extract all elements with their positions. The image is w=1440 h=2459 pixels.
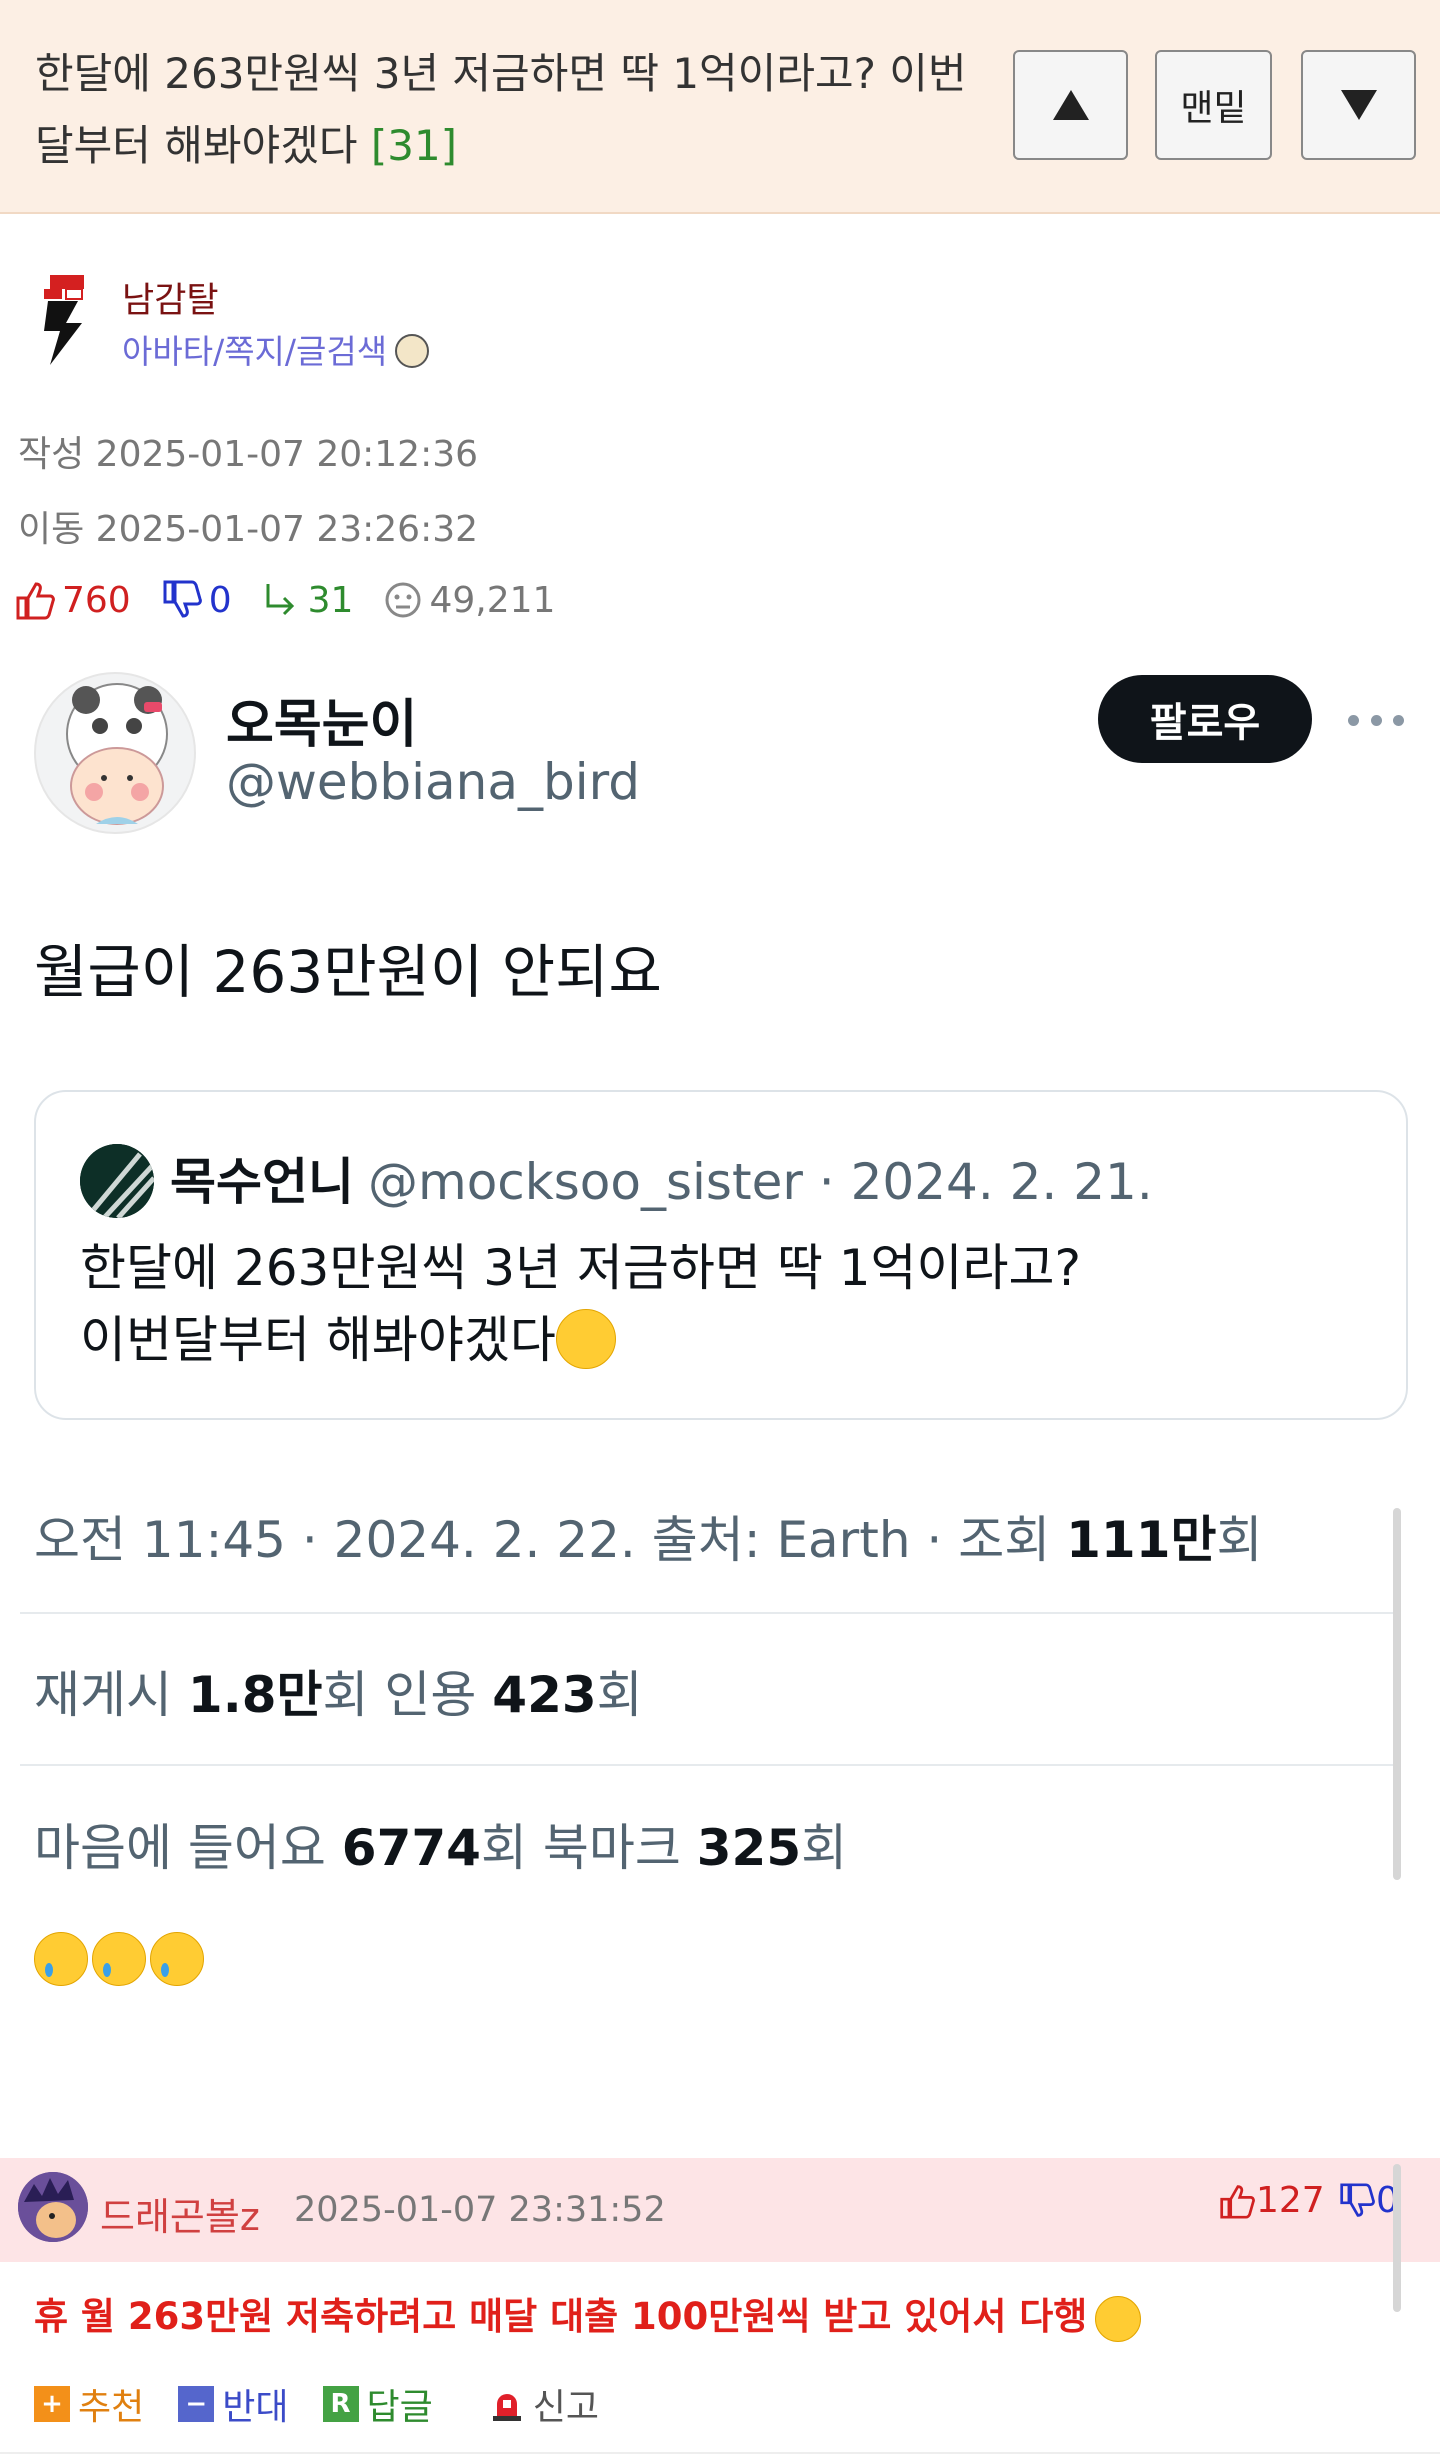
quoted-line-1: 한달에 263만원씩 3년 저금하면 딱 1억이라고?	[80, 1239, 1082, 1297]
siren-icon	[489, 2386, 525, 2422]
reply-arrow-icon	[266, 584, 294, 616]
tweet-meta: 오전 11:45 · 2024. 2. 22. 출처: Earth · 조회 1…	[34, 1500, 1262, 1572]
likes-suffix: 회 북마크	[480, 1819, 697, 1877]
comment-scrollbar[interactable]	[1393, 2164, 1401, 2312]
plus-icon: +	[34, 2386, 70, 2422]
quotes-suffix: 회	[596, 1666, 643, 1724]
recommend-label: 추천	[78, 2387, 145, 2428]
commenter-avatar[interactable]	[18, 2172, 88, 2242]
tweet-like-counts: 마음에 들어요 6774회 북마크 325회	[34, 1808, 847, 1880]
quotes-count[interactable]: 423	[492, 1666, 596, 1724]
more-options-icon[interactable]	[1348, 700, 1404, 740]
view-stat: 49,211	[383, 580, 555, 621]
eye-face-icon	[385, 582, 421, 618]
tweet-repost-counts: 재게시 1.8만회 인용 423회	[34, 1655, 643, 1727]
follow-button[interactable]: 팔로우	[1098, 675, 1312, 763]
retweets-label: 재게시	[34, 1666, 188, 1724]
scroll-down-button[interactable]	[1301, 50, 1416, 160]
scroll-bottom-button[interactable]: 맨밑	[1155, 50, 1272, 160]
report-button[interactable]: 신고	[489, 2378, 599, 2430]
tweet-avatar[interactable]	[34, 672, 196, 834]
written-date: 작성 2025-01-07 20:12:36	[18, 434, 479, 475]
moved-date: 이동 2025-01-07 23:26:32	[18, 509, 479, 550]
panda-girl-avatar-icon	[66, 683, 168, 825]
divider	[20, 1612, 1395, 1614]
triangle-down-icon	[1340, 90, 1377, 120]
thumbs-up-icon	[1220, 2184, 1255, 2219]
quoted-name: 목수언니	[170, 1153, 354, 1211]
view-count: 49,211	[429, 579, 556, 621]
comment-count[interactable]: [31]	[371, 121, 457, 170]
tweet-likes-count[interactable]: 6774	[342, 1819, 481, 1877]
retweets-count[interactable]: 1.8만	[188, 1666, 323, 1724]
likes-label: 마음에 들어요	[34, 1819, 342, 1877]
tweet-view-count: 111만	[1066, 1511, 1217, 1569]
quoted-text: 한달에 263만원씩 3년 저금하면 딱 1억이라고? 이번달부터 해봐야겠다	[80, 1232, 1081, 1376]
dislike-stat[interactable]: 0	[161, 580, 232, 621]
comment-actions: + 추천 − 반대 R 답글 신고	[34, 2378, 633, 2430]
tweet-author-name[interactable]: 오목눈이	[226, 682, 417, 757]
quoted-avatar	[80, 1144, 154, 1218]
reply-button[interactable]: R 답글	[322, 2378, 433, 2430]
author-links-text[interactable]: 아바타/쪽지/글검색	[122, 332, 387, 371]
comment-date: 2025-01-07 23:31:52	[294, 2190, 666, 2230]
triangle-up-icon	[1052, 90, 1089, 120]
tweet-author-handle[interactable]: @webbiana_bird	[226, 753, 640, 811]
oppose-label: 반대	[222, 2387, 289, 2428]
comment-like-count: 127	[1256, 2180, 1325, 2221]
divider	[20, 1764, 1395, 1766]
topbar: 한달에 263만원씩 3년 저금하면 딱 1억이라고? 이번달부터 해봐야겠다 …	[0, 0, 1440, 214]
quoted-tweet[interactable]: 목수언니 @mocksoo_sister · 2024. 2. 21. 한달에 2…	[34, 1090, 1408, 1420]
cartoon-avatar-icon	[18, 2172, 88, 2242]
thumbs-up-icon	[16, 582, 55, 620]
author-links[interactable]: 아바타/쪽지/글검색	[122, 325, 430, 373]
oppose-button[interactable]: − 반대	[178, 2378, 289, 2430]
level-badge-icon	[395, 333, 430, 368]
quoted-header: 목수언니 @mocksoo_sister · 2024. 2. 21.	[170, 1142, 1153, 1214]
comment-text-body: 휴 월 263만원 저축하려고 매달 대출 100만원씩 받고 있어서 다행	[34, 2295, 1088, 2338]
nerd-face-emoji-icon	[555, 1308, 616, 1369]
thumbs-down-icon	[1340, 2182, 1375, 2217]
comment-header: 드래곤볼z 2025-01-07 23:31:52 127 0	[0, 2158, 1440, 2262]
tweet-meta-prefix: 오전 11:45 · 2024. 2. 22. 출처: Earth · 조회	[34, 1511, 1067, 1569]
reply-count: 31	[307, 579, 354, 621]
thumbs-down-icon	[163, 580, 202, 618]
comment-like-stat[interactable]: 127	[1218, 2180, 1325, 2221]
author-name[interactable]: 남감탈	[122, 272, 219, 323]
tweet-meta-suffix: 회	[1216, 1511, 1263, 1569]
comment-dislike-stat[interactable]: 0	[1338, 2180, 1399, 2221]
bookmarks-suffix: 회	[801, 1819, 848, 1877]
reply-label: 답글	[366, 2387, 433, 2428]
bookmarks-count[interactable]: 325	[697, 1819, 801, 1877]
dislike-count: 0	[208, 579, 232, 621]
scroll-up-button[interactable]	[1013, 50, 1128, 160]
relieved-face-emoji-icon	[1095, 2295, 1142, 2342]
striped-avatar-icon	[80, 1144, 154, 1218]
comment-text: 휴 월 263만원 저축하려고 매달 대출 100만원씩 받고 있어서 다행	[34, 2286, 1142, 2342]
divider	[0, 2452, 1440, 2454]
like-stat[interactable]: 760	[14, 580, 131, 621]
tweet-text: 월급이 263만원이 안되요	[34, 938, 662, 1006]
post-stats: 760 0 31 49,211	[14, 575, 585, 625]
minus-icon: −	[178, 2386, 215, 2422]
reply-stat[interactable]: 31	[262, 579, 354, 621]
crying-emoji-row	[34, 1932, 204, 1986]
crying-face-emoji-icon	[34, 1932, 88, 1986]
retweets-suffix: 회 인용	[322, 1666, 493, 1724]
crying-face-emoji-icon	[92, 1932, 146, 1986]
commenter-name[interactable]: 드래곤볼z	[100, 2186, 260, 2241]
crying-face-emoji-icon	[150, 1932, 204, 1986]
report-label: 신고	[532, 2387, 599, 2428]
reply-r-icon: R	[322, 2386, 359, 2422]
quoted-line-2: 이번달부터 해봐야겠다	[80, 1311, 556, 1369]
like-count: 760	[62, 579, 131, 621]
recommend-button[interactable]: + 추천	[34, 2378, 144, 2430]
author-lightning-icon	[44, 275, 84, 365]
scrollbar[interactable]	[1393, 1508, 1401, 1880]
post-title-text: 한달에 263만원씩 3년 저금하면 딱 1억이라고? 이번달부터 해봐야겠다	[35, 49, 967, 170]
quoted-handle-date: @mocksoo_sister · 2024. 2. 21.	[368, 1153, 1153, 1211]
post-title: 한달에 263만원씩 3년 저금하면 딱 1억이라고? 이번달부터 해봐야겠다 …	[35, 38, 975, 182]
